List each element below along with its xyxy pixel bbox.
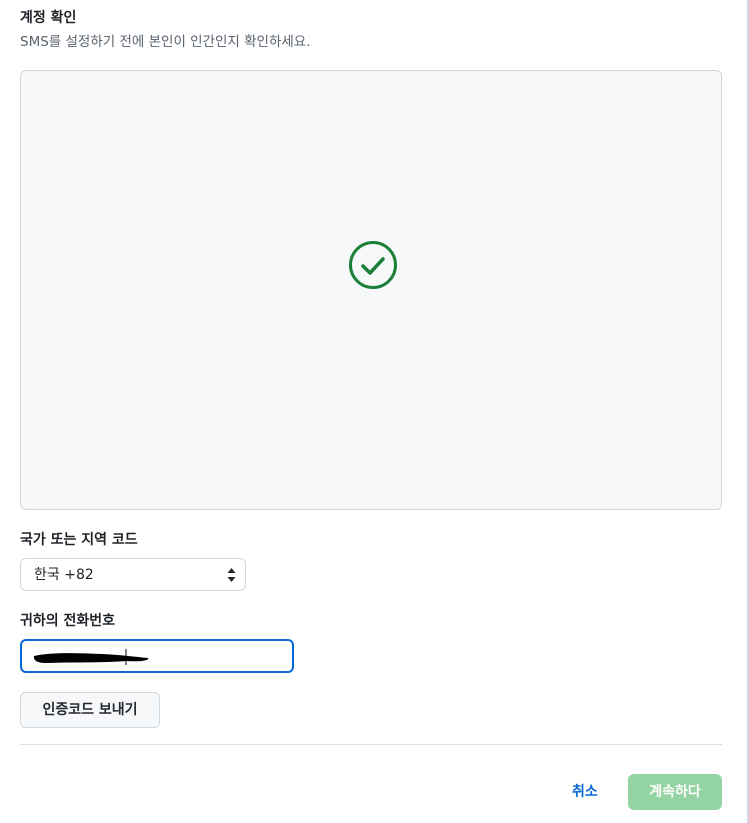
continue-button[interactable]: 계속하다 xyxy=(628,774,722,810)
select-arrows-icon xyxy=(227,568,236,582)
footer-divider xyxy=(20,744,722,745)
verify-account-subtitle: SMS를 설정하기 전에 본인이 인간인지 확인하세요. xyxy=(20,34,311,50)
verify-account-title: 계정 확인 xyxy=(20,10,77,26)
country-code-label: 국가 또는 지역 코드 xyxy=(20,532,138,548)
cancel-button[interactable]: 취소 xyxy=(572,782,598,802)
phone-number-label: 귀하의 전화번호 xyxy=(20,613,116,629)
check-circle-icon xyxy=(349,241,397,289)
send-code-button[interactable]: 인증코드 보내기 xyxy=(20,692,160,728)
redaction-scribble xyxy=(33,649,149,665)
sms-setup-page: 계정 확인 SMS를 설정하기 전에 본인이 인간인지 확인하세요. 국가 또는… xyxy=(0,0,749,823)
captcha-verification-box xyxy=(20,70,722,510)
country-code-value: 한국 +82 xyxy=(34,567,94,583)
country-code-select[interactable]: 한국 +82 xyxy=(20,558,246,591)
phone-number-input[interactable] xyxy=(20,639,294,673)
